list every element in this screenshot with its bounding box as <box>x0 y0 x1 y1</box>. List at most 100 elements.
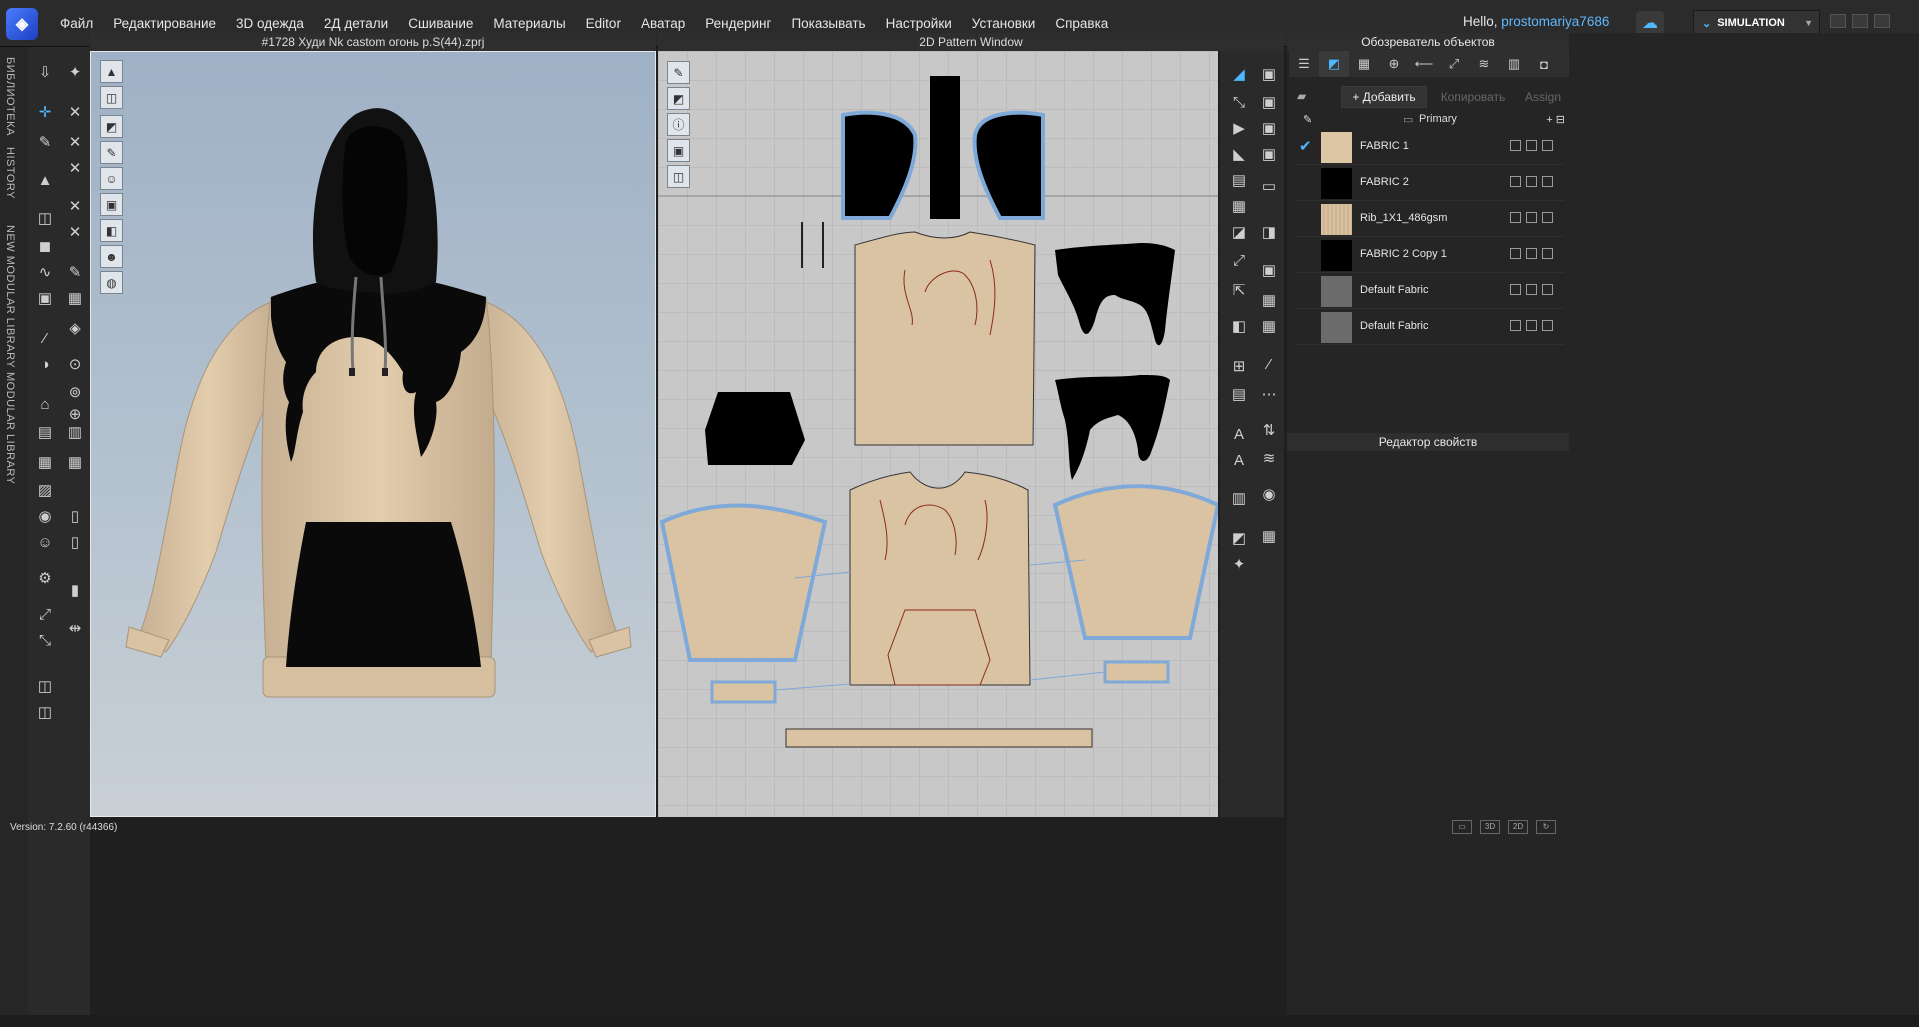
measure-2d-icon[interactable]: ◩ <box>1226 525 1252 551</box>
flip-icon[interactable]: ⇹ <box>62 615 88 641</box>
arrange-icon[interactable]: ◫ <box>32 205 58 231</box>
shirt-icon[interactable]: ◼ <box>32 233 58 259</box>
edit-point-icon[interactable]: ⤡ <box>1226 89 1252 115</box>
piping-icon[interactable]: ▦ <box>32 449 58 475</box>
button-2d-icon[interactable]: ▤ <box>1226 381 1252 407</box>
menu-render[interactable]: Рендеринг <box>695 16 781 31</box>
zipper-icon[interactable]: ▥ <box>62 419 88 445</box>
line-tool-icon[interactable]: ⁄ <box>32 325 58 351</box>
puckering-tab-icon[interactable]: ≋ <box>1469 51 1499 77</box>
menu-editor[interactable]: Editor <box>576 16 631 31</box>
button-icon[interactable]: ⊙ <box>62 351 88 377</box>
menu-edit[interactable]: Редактирование <box>103 16 226 31</box>
menu-settings[interactable]: Настройки <box>876 16 962 31</box>
text-icon[interactable]: A <box>1226 421 1252 447</box>
grading-icon[interactable]: ▦ <box>1256 523 1282 549</box>
2d-view-button[interactable]: 2D <box>1508 820 1528 834</box>
copy-icon[interactable] <box>1526 176 1537 187</box>
fabric-row[interactable]: FABRIC 2 <box>1297 166 1565 201</box>
trim-tab-icon[interactable]: ◘ <box>1529 51 1559 77</box>
fabric-tab-icon[interactable]: ◩ <box>1319 51 1349 77</box>
segment-topstitch-icon[interactable]: ⋯ <box>1256 381 1282 407</box>
show-fabric-icon[interactable]: ▣ <box>100 193 123 216</box>
copy-icon[interactable] <box>1526 140 1537 151</box>
pattern-info-icon[interactable]: ⓘ <box>667 113 690 136</box>
cloud-sync-icon[interactable]: ☁ <box>1636 11 1664 35</box>
internal-rect-icon[interactable]: ▣ <box>1256 141 1282 167</box>
fold-arrange-icon[interactable]: ✕ <box>62 193 88 219</box>
graphic-2d-icon[interactable]: ⊞ <box>1226 353 1252 379</box>
topstitch-tab-icon[interactable]: ⤢ <box>1439 51 1469 77</box>
menu-display[interactable]: Показывать <box>781 16 875 31</box>
tack-sewing-icon[interactable]: ⇱ <box>1226 277 1252 303</box>
transform-pattern-icon[interactable]: ◢ <box>1226 61 1252 87</box>
strengthen-icon[interactable]: ✕ <box>62 219 88 245</box>
size-icon[interactable]: ⚙ <box>32 565 58 591</box>
minimize-icon[interactable] <box>1830 14 1846 28</box>
folder-icon[interactable]: ▰ <box>1297 89 1306 103</box>
fabric-row[interactable]: Default Fabric <box>1297 274 1565 309</box>
copy-icon[interactable] <box>1526 320 1537 331</box>
menu-materials[interactable]: Материалы <box>483 16 575 31</box>
pattern-pins-icon[interactable]: ✎ <box>667 61 690 84</box>
show-trims-icon[interactable]: ◧ <box>100 219 123 242</box>
show-garment-icon[interactable]: ◩ <box>100 115 123 138</box>
delete-icon[interactable] <box>1542 284 1553 295</box>
copy-button[interactable]: Копировать <box>1430 86 1516 108</box>
3d-view-button[interactable]: 3D <box>1480 820 1500 834</box>
split-view-icon[interactable]: ▭ <box>1452 820 1472 834</box>
avatar-display-icon[interactable]: ▲ <box>100 60 123 83</box>
fold-pattern-icon[interactable]: ◨ <box>1256 219 1282 245</box>
delete-icon[interactable] <box>1542 320 1553 331</box>
puckering-2d-icon[interactable]: ≋ <box>1256 445 1282 471</box>
garment-display-icon[interactable]: ◫ <box>100 86 123 109</box>
grainline-icon[interactable]: ▥ <box>1226 485 1252 511</box>
delete-icon[interactable] <box>1542 140 1553 151</box>
texture-tab-icon[interactable]: ▦ <box>1349 51 1379 77</box>
fabric-row[interactable]: Default Fabric <box>1297 310 1565 345</box>
pattern-garment-icon[interactable]: ◩ <box>667 87 690 110</box>
texture-2d-icon[interactable]: ▦ <box>1256 313 1282 339</box>
menu-avatar[interactable]: Аватар <box>631 16 695 31</box>
annotation-icon[interactable]: ✦ <box>1226 551 1252 577</box>
colorway-row[interactable]: ✎ ▭ Primary + ⊟ <box>1295 113 1565 129</box>
delete-icon[interactable] <box>1542 176 1553 187</box>
buttonhole-tab-icon[interactable]: ⟵ <box>1409 51 1439 77</box>
menu-sewing[interactable]: Сшивание <box>398 16 483 31</box>
menu-help[interactable]: Справка <box>1045 16 1118 31</box>
app-logo-icon[interactable]: ◈ <box>6 8 38 40</box>
check-sewing-icon[interactable]: ▦ <box>1256 287 1282 313</box>
select-move-icon[interactable]: ⇩ <box>32 59 58 85</box>
tuck-icon[interactable]: ✕ <box>62 129 88 155</box>
tape-icon[interactable]: ⤢ <box>32 601 58 627</box>
show-pins-icon[interactable]: ✎ <box>100 141 123 164</box>
delete-icon[interactable] <box>1542 248 1553 259</box>
avatar-icon[interactable]: ☺ <box>32 529 58 555</box>
user-name[interactable]: prostomariya7686 <box>1501 14 1609 29</box>
menu-3d-garment[interactable]: 3D одежда <box>226 16 314 31</box>
fold-icon[interactable]: ✕ <box>62 99 88 125</box>
add-icon[interactable] <box>1510 140 1521 151</box>
fabric-row[interactable]: FABRIC 2 Copy 1 <box>1297 238 1565 273</box>
add-icon[interactable] <box>1510 248 1521 259</box>
ruler-icon[interactable]: ⤡ <box>32 627 58 653</box>
shirt-pose-icon[interactable]: ◫ <box>32 699 58 725</box>
text-large-icon[interactable]: A <box>1226 447 1252 473</box>
add-fabric-button[interactable]: + Добавить <box>1341 86 1427 108</box>
pleat-icon[interactable]: ◪ <box>1226 219 1252 245</box>
menu-2d-pattern[interactable]: 2Д детали <box>314 16 398 31</box>
zipper-tab-icon[interactable]: ▥ <box>1499 51 1529 77</box>
add-icon[interactable] <box>1510 176 1521 187</box>
tab-new-modular-library[interactable]: NEW MODULAR LIBRARY <box>4 225 16 368</box>
add-colorway-icon[interactable]: + ⊟ <box>1546 113 1565 126</box>
copy-icon[interactable] <box>1526 248 1537 259</box>
elastic-icon[interactable]: ▦ <box>62 449 88 475</box>
list-view-icon[interactable]: ☰ <box>1289 51 1319 77</box>
menu-preferences[interactable]: Установки <box>962 16 1046 31</box>
edit-pattern-icon[interactable]: ▣ <box>1256 61 1282 87</box>
menu-file[interactable]: Файл <box>50 16 103 31</box>
zipper-2d-icon[interactable]: ⇅ <box>1256 417 1282 443</box>
fabric-row[interactable]: Rib_1X1_486gsm <box>1297 202 1565 237</box>
pattern-lock-icon[interactable]: ◫ <box>667 165 690 188</box>
polygon-icon[interactable]: ▶ <box>1226 115 1252 141</box>
